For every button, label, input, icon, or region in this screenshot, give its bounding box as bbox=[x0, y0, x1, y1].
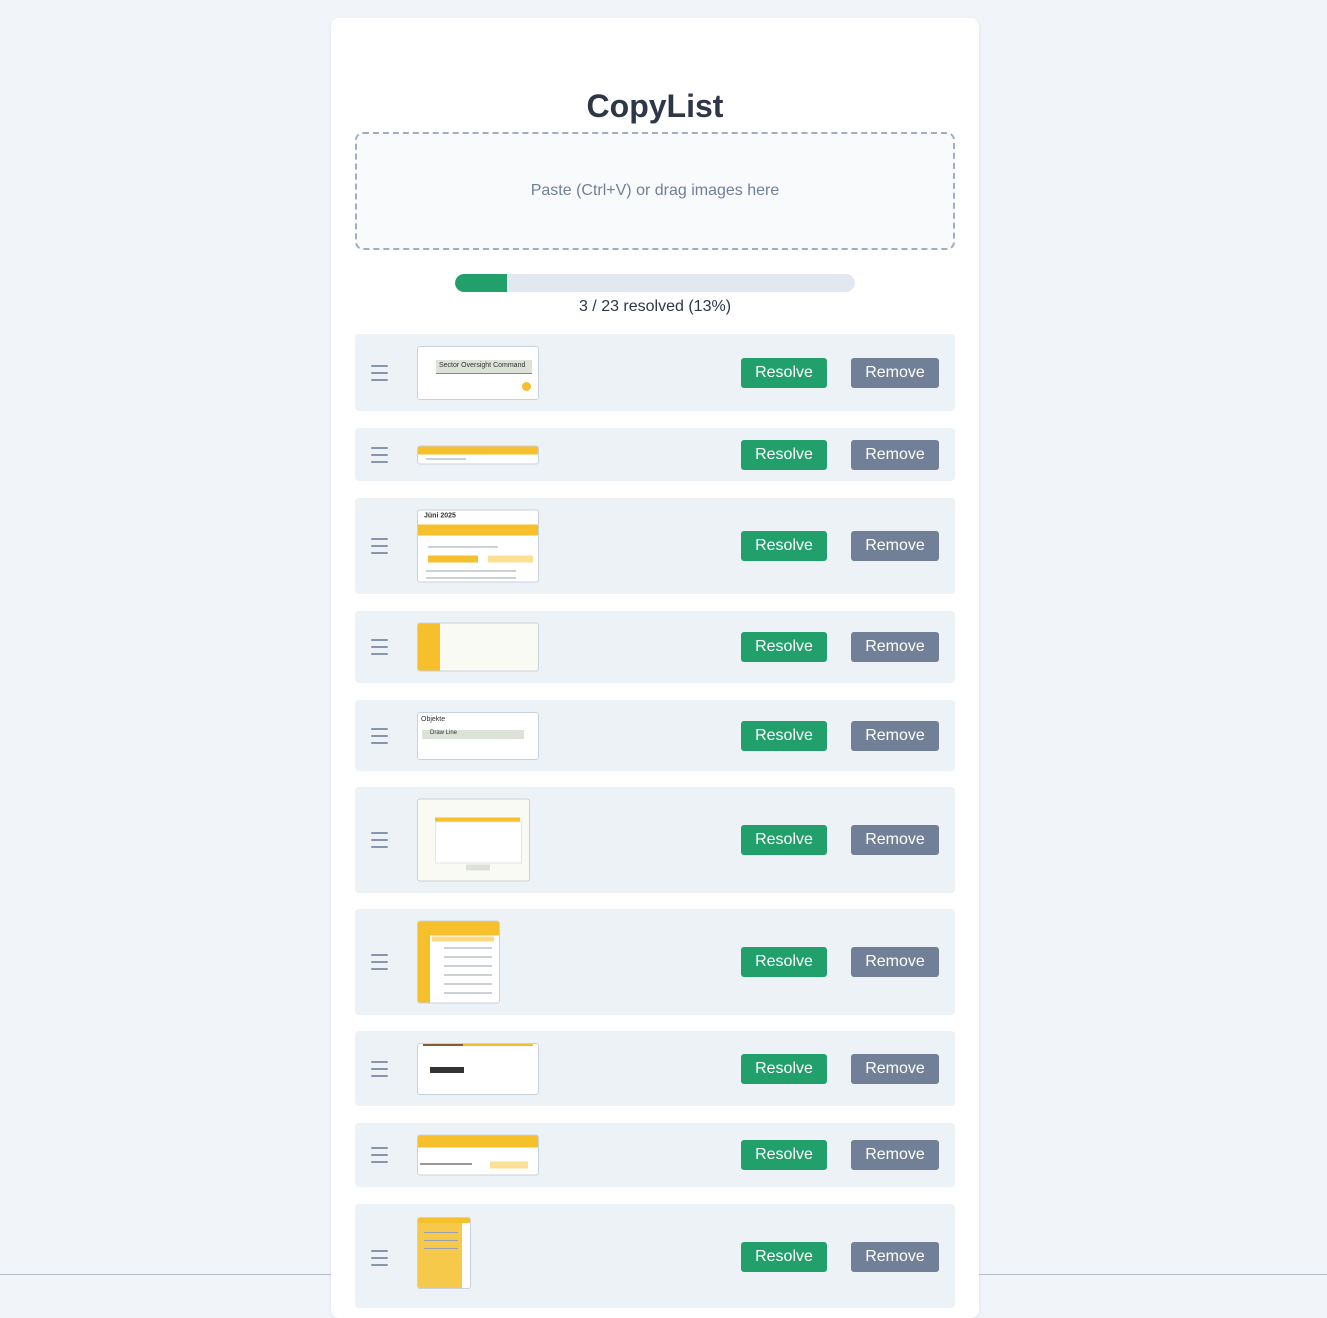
progress-fill bbox=[455, 274, 507, 292]
list-item[interactable]: Resolve Remove bbox=[355, 787, 955, 893]
drag-handle-icon[interactable] bbox=[371, 1147, 388, 1163]
resolve-button[interactable]: Resolve bbox=[741, 357, 827, 388]
progress-text: 3 / 23 resolved (13%) bbox=[578, 298, 732, 315]
remove-button[interactable]: Remove bbox=[851, 947, 939, 977]
remove-button[interactable]: Remove bbox=[851, 720, 939, 751]
resolve-button[interactable]: Resolve bbox=[741, 947, 827, 977]
drag-handle-icon[interactable] bbox=[371, 538, 388, 554]
list-item[interactable]: Sector Oversight Command Resolve Remove bbox=[355, 334, 955, 411]
list-item[interactable]: Resolve Remove bbox=[355, 611, 955, 683]
list-item[interactable]: Resolve Remove bbox=[355, 1204, 955, 1308]
remove-button[interactable]: Remove bbox=[851, 1053, 939, 1084]
resolve-button[interactable]: Resolve bbox=[741, 1140, 827, 1170]
remove-button[interactable]: Remove bbox=[851, 1242, 939, 1272]
drag-handle-icon[interactable] bbox=[371, 364, 388, 381]
drag-handle-icon[interactable] bbox=[371, 1250, 388, 1266]
resolve-button[interactable]: Resolve bbox=[741, 1053, 827, 1084]
drag-handle-icon[interactable] bbox=[371, 1060, 388, 1077]
image-dropzone[interactable]: Paste (Ctrl+V) or drag images here bbox=[355, 132, 955, 250]
item-thumbnail bbox=[417, 1217, 471, 1289]
drag-handle-icon[interactable] bbox=[371, 639, 388, 655]
drag-handle-icon[interactable] bbox=[371, 727, 388, 744]
item-thumbnail bbox=[417, 445, 539, 464]
item-thumbnail: Jüni 2025 bbox=[417, 509, 539, 583]
item-thumbnail: Sector Oversight Command bbox=[417, 345, 539, 400]
item-thumbnail bbox=[417, 920, 500, 1004]
list-item[interactable]: Resolve Remove bbox=[355, 1123, 955, 1187]
remove-button[interactable]: Remove bbox=[851, 825, 939, 855]
remove-button[interactable]: Remove bbox=[851, 1140, 939, 1170]
resolve-button[interactable]: Resolve bbox=[741, 439, 827, 470]
remove-button[interactable]: Remove bbox=[851, 439, 939, 470]
item-thumbnail: Objekte Draw Line bbox=[417, 711, 539, 760]
resolve-button[interactable]: Resolve bbox=[741, 531, 827, 561]
resolve-button[interactable]: Resolve bbox=[741, 825, 827, 855]
resolve-button[interactable]: Resolve bbox=[741, 720, 827, 751]
list-item[interactable]: Objekte Draw Line Resolve Remove bbox=[355, 700, 955, 771]
resolve-button[interactable]: Resolve bbox=[741, 1242, 827, 1272]
item-thumbnail bbox=[417, 1134, 539, 1176]
list-item[interactable]: Resolve Remove bbox=[355, 428, 955, 481]
item-thumbnail bbox=[417, 798, 530, 882]
main-card: CopyList Paste (Ctrl+V) or drag images h… bbox=[331, 18, 979, 1318]
item-thumbnail bbox=[417, 622, 539, 672]
dropzone-text: Paste (Ctrl+V) or drag images here bbox=[530, 182, 780, 199]
remove-button[interactable]: Remove bbox=[851, 632, 939, 662]
list-item[interactable]: Resolve Remove bbox=[355, 1031, 955, 1106]
resolve-button[interactable]: Resolve bbox=[741, 632, 827, 662]
list-item[interactable]: Resolve Remove bbox=[355, 909, 955, 1015]
progress-bar bbox=[455, 274, 855, 292]
drag-handle-icon[interactable] bbox=[371, 954, 388, 970]
remove-button[interactable]: Remove bbox=[851, 357, 939, 388]
list-item[interactable]: Jüni 2025 Resolve Remove bbox=[355, 498, 955, 594]
page-title: CopyList bbox=[586, 88, 724, 124]
remove-button[interactable]: Remove bbox=[851, 531, 939, 561]
drag-handle-icon[interactable] bbox=[371, 832, 388, 848]
drag-handle-icon[interactable] bbox=[371, 446, 388, 463]
item-thumbnail bbox=[417, 1042, 539, 1095]
